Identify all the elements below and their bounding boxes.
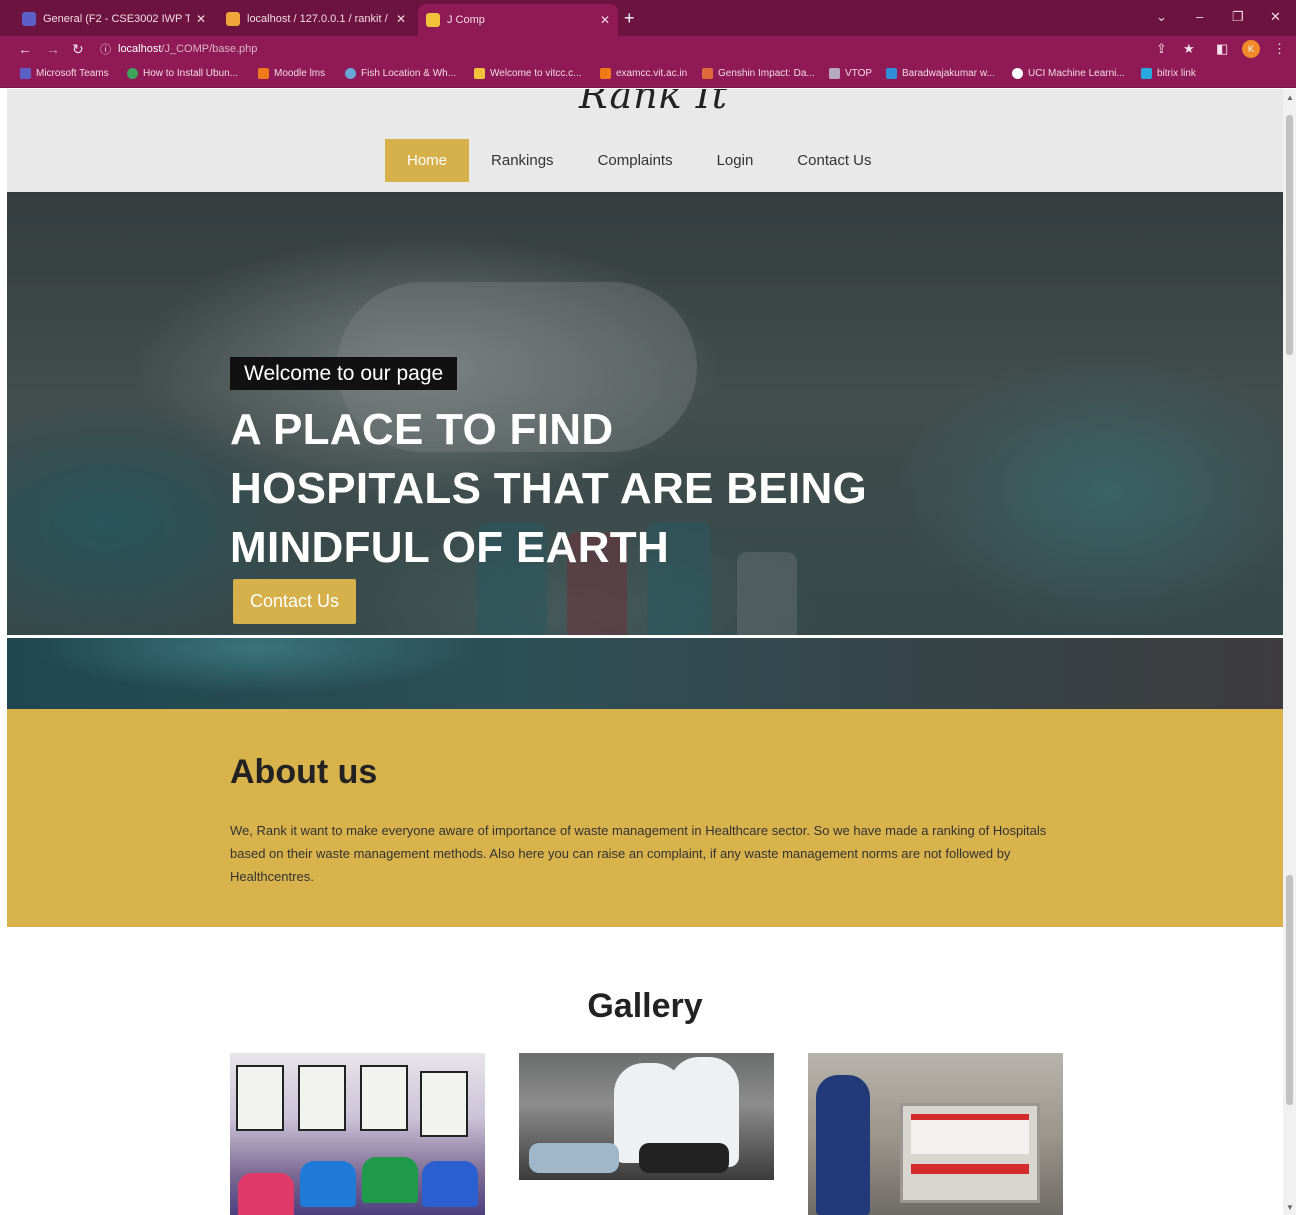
scrollbar-thumb[interactable] xyxy=(1286,115,1293,355)
main-nav: Home Rankings Complaints Login Contact U… xyxy=(385,139,894,182)
close-icon[interactable]: ✕ xyxy=(196,12,206,26)
close-icon[interactable]: ✕ xyxy=(396,12,406,26)
cart-shape xyxy=(900,1103,1040,1203)
side-panel-icon[interactable]: ◧ xyxy=(1216,41,1228,57)
site-header: Rank It Home Rankings Complaints Login C… xyxy=(7,89,1283,192)
poster-shape xyxy=(420,1071,468,1137)
hero-heading-line: MINDFUL OF EARTH xyxy=(230,523,670,572)
cart-label-shape xyxy=(911,1114,1029,1154)
poster-shape xyxy=(360,1065,408,1131)
about-section: About us We, Rank it want to make everyo… xyxy=(7,709,1283,927)
browser-tab-teams[interactable]: General (F2 - CSE3002 IWP Theo ✕ xyxy=(14,6,214,32)
debris-shape xyxy=(529,1143,619,1173)
scroll-down-icon[interactable]: ▼ xyxy=(1286,1203,1294,1212)
fish-icon xyxy=(345,68,356,79)
gallery-image-ppe-workers[interactable] xyxy=(519,1053,774,1180)
game-icon xyxy=(702,68,713,79)
bin-shape xyxy=(362,1157,418,1203)
teams-icon xyxy=(20,68,31,79)
bookmark-item[interactable]: Genshin Impact: Da... xyxy=(702,68,815,79)
bag-shape xyxy=(639,1143,729,1173)
phpmyadmin-icon xyxy=(226,12,240,26)
nav-rankings[interactable]: Rankings xyxy=(469,139,576,182)
page-scrollbar[interactable]: ▲ ▼ xyxy=(1283,89,1296,1215)
tab-label: localhost / 127.0.0.1 / rankit / lo xyxy=(247,13,390,25)
bitrix-icon xyxy=(1141,68,1152,79)
bookmark-item[interactable]: How to Install Ubun... xyxy=(127,68,238,79)
cart-bin-shape xyxy=(911,1164,1029,1174)
browser-tab-bar: General (F2 - CSE3002 IWP Theo ✕ localho… xyxy=(0,0,1296,36)
chevron-down-icon[interactable]: ⌄ xyxy=(1156,9,1167,25)
url-path: /J_COMP/base.php xyxy=(161,43,258,55)
url-input[interactable]: ⓘ localhost /J_COMP/base.php xyxy=(100,39,1200,59)
hero-heading: A PLACE TO FIND HOSPITALS THAT ARE BEING… xyxy=(230,400,930,577)
bin-shape xyxy=(300,1161,356,1207)
window-close-icon[interactable]: ✕ xyxy=(1270,9,1281,25)
bin-shape xyxy=(422,1161,478,1207)
welcome-tag: Welcome to our page xyxy=(230,357,458,390)
forward-arrow-icon[interactable]: → xyxy=(46,40,60,58)
scroll-up-icon[interactable]: ▲ xyxy=(1286,93,1294,102)
bookmark-item[interactable]: Welcome to vitcc.c... xyxy=(474,68,582,79)
hero-heading-line: HOSPITALS THAT ARE BEING xyxy=(230,464,868,513)
close-icon[interactable]: ✕ xyxy=(600,13,610,27)
moodle-icon xyxy=(258,68,269,79)
gallery-title: Gallery xyxy=(587,987,703,1025)
share-icon[interactable]: ⇪ xyxy=(1156,41,1167,57)
bookmark-item[interactable]: bitrix link xyxy=(1141,68,1196,79)
new-tab-icon[interactable]: + xyxy=(624,8,635,28)
info-icon[interactable]: ⓘ xyxy=(100,41,111,57)
gallery-image-waste-bins[interactable] xyxy=(230,1053,485,1215)
bookmark-item[interactable]: Microsoft Teams xyxy=(20,68,109,79)
bookmark-star-icon[interactable]: ★ xyxy=(1183,41,1195,57)
minimize-icon[interactable]: – xyxy=(1196,9,1203,24)
hero-banner: Welcome to our page A PLACE TO FIND HOSP… xyxy=(7,192,1283,638)
url-host: localhost xyxy=(118,43,162,55)
poster-shape xyxy=(236,1065,284,1131)
bookmark-item[interactable]: UCI Machine Learni... xyxy=(1012,68,1125,79)
page-viewport: Rank It Home Rankings Complaints Login C… xyxy=(7,89,1283,1215)
site-logo[interactable]: Rank It xyxy=(579,89,728,117)
gallery-image-waste-cart[interactable] xyxy=(808,1053,1063,1215)
moodle-icon xyxy=(600,68,611,79)
reload-icon[interactable]: ↻ xyxy=(72,40,84,58)
bookmark-item[interactable]: Fish Location & Wh... xyxy=(345,68,456,79)
contact-us-button[interactable]: Contact Us xyxy=(233,579,357,624)
hero-heading-line: A PLACE TO FIND xyxy=(230,405,614,454)
nav-home[interactable]: Home xyxy=(385,139,470,182)
scrollbar-thumb[interactable] xyxy=(1286,875,1293,1105)
profile-avatar[interactable]: K xyxy=(1242,40,1260,58)
page-favicon-icon xyxy=(426,13,440,27)
about-title: About us xyxy=(230,753,378,791)
tab-label: J Comp xyxy=(447,14,485,26)
back-arrow-icon[interactable]: ← xyxy=(18,40,32,58)
nav-login[interactable]: Login xyxy=(695,139,776,182)
about-text: We, Rank it want to make everyone aware … xyxy=(230,823,1047,884)
poster-shape xyxy=(298,1065,346,1131)
gear-icon xyxy=(474,68,485,79)
site-globe-icon xyxy=(127,68,138,79)
vtop-icon xyxy=(829,68,840,79)
nav-contact-us[interactable]: Contact Us xyxy=(775,139,893,182)
bookmark-item[interactable]: VTOP xyxy=(829,68,872,79)
bookmark-item[interactable]: examcc.vit.ac.in xyxy=(600,68,687,79)
restore-icon[interactable]: ❐ xyxy=(1232,9,1244,25)
chat-icon xyxy=(886,68,897,79)
menu-dots-icon[interactable]: ⋮ xyxy=(1273,41,1286,57)
uci-icon xyxy=(1012,68,1023,79)
bookmark-item[interactable]: Baradwajakumar w... xyxy=(886,68,995,79)
bookmarks-bar: Microsoft Teams How to Install Ubun... M… xyxy=(0,62,1296,88)
tab-label: General (F2 - CSE3002 IWP Theo xyxy=(43,13,190,25)
address-bar: ← → ↻ ⓘ localhost /J_COMP/base.php ⇪ ★ ◧… xyxy=(0,36,1296,62)
worker-shape xyxy=(816,1075,870,1215)
browser-tab-phpmyadmin[interactable]: localhost / 127.0.0.1 / rankit / lo ✕ xyxy=(218,6,414,32)
bin-shape xyxy=(238,1173,294,1215)
hero-background-continuation xyxy=(7,638,1283,709)
nav-complaints[interactable]: Complaints xyxy=(576,139,695,182)
browser-tab-jcomp[interactable]: J Comp ✕ xyxy=(418,4,618,36)
bookmark-item[interactable]: Moodle lms xyxy=(258,68,325,79)
teams-icon xyxy=(22,12,36,26)
